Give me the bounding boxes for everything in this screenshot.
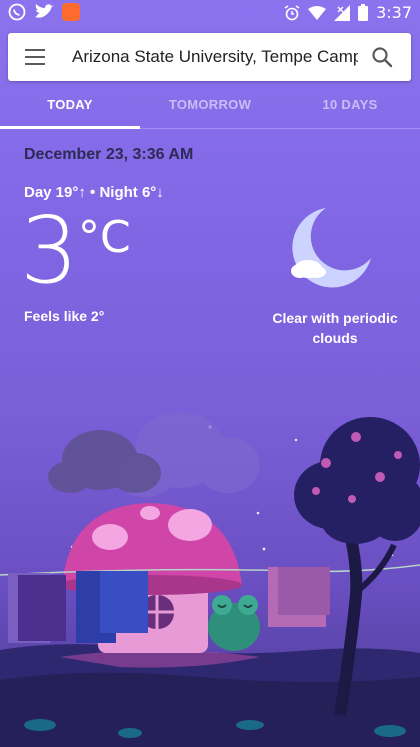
forecast-tabs: TODAY TOMORROW 10 DAYS bbox=[0, 88, 420, 129]
condition-line-2: clouds bbox=[312, 330, 358, 346]
current-date: December 23, 3:36 AM bbox=[24, 146, 194, 163]
weather-illustration bbox=[0, 412, 420, 747]
whatsapp-icon bbox=[8, 3, 26, 21]
status-bar: 3:37 bbox=[0, 0, 420, 26]
alarm-icon bbox=[284, 4, 300, 20]
battery-icon bbox=[358, 4, 369, 21]
moon-cloud-icon bbox=[291, 208, 371, 288]
tab-10-days[interactable]: 10 DAYS bbox=[280, 88, 420, 128]
temperature-unit: °C bbox=[78, 212, 131, 263]
menu-icon[interactable] bbox=[25, 49, 45, 65]
tab-tomorrow[interactable]: TOMORROW bbox=[140, 88, 280, 128]
feels-like: Feels like 2° bbox=[24, 308, 105, 324]
tab-indicator bbox=[0, 126, 140, 129]
tab-today[interactable]: TODAY bbox=[0, 88, 140, 128]
wifi-icon bbox=[308, 5, 327, 20]
app-icon bbox=[62, 3, 80, 21]
location-search-box[interactable]: Arizona State University, Tempe Camp bbox=[8, 33, 411, 81]
location-text[interactable]: Arizona State University, Tempe Camp bbox=[72, 47, 358, 67]
signal-icon bbox=[334, 4, 351, 21]
current-temperature: 3 bbox=[20, 197, 79, 304]
condition-line-1: Clear with periodic bbox=[272, 310, 398, 326]
search-icon[interactable] bbox=[371, 46, 393, 68]
status-time: 3:37 bbox=[376, 3, 412, 22]
condition-text: Clear with periodic clouds bbox=[262, 308, 408, 348]
twitter-icon bbox=[35, 4, 54, 18]
